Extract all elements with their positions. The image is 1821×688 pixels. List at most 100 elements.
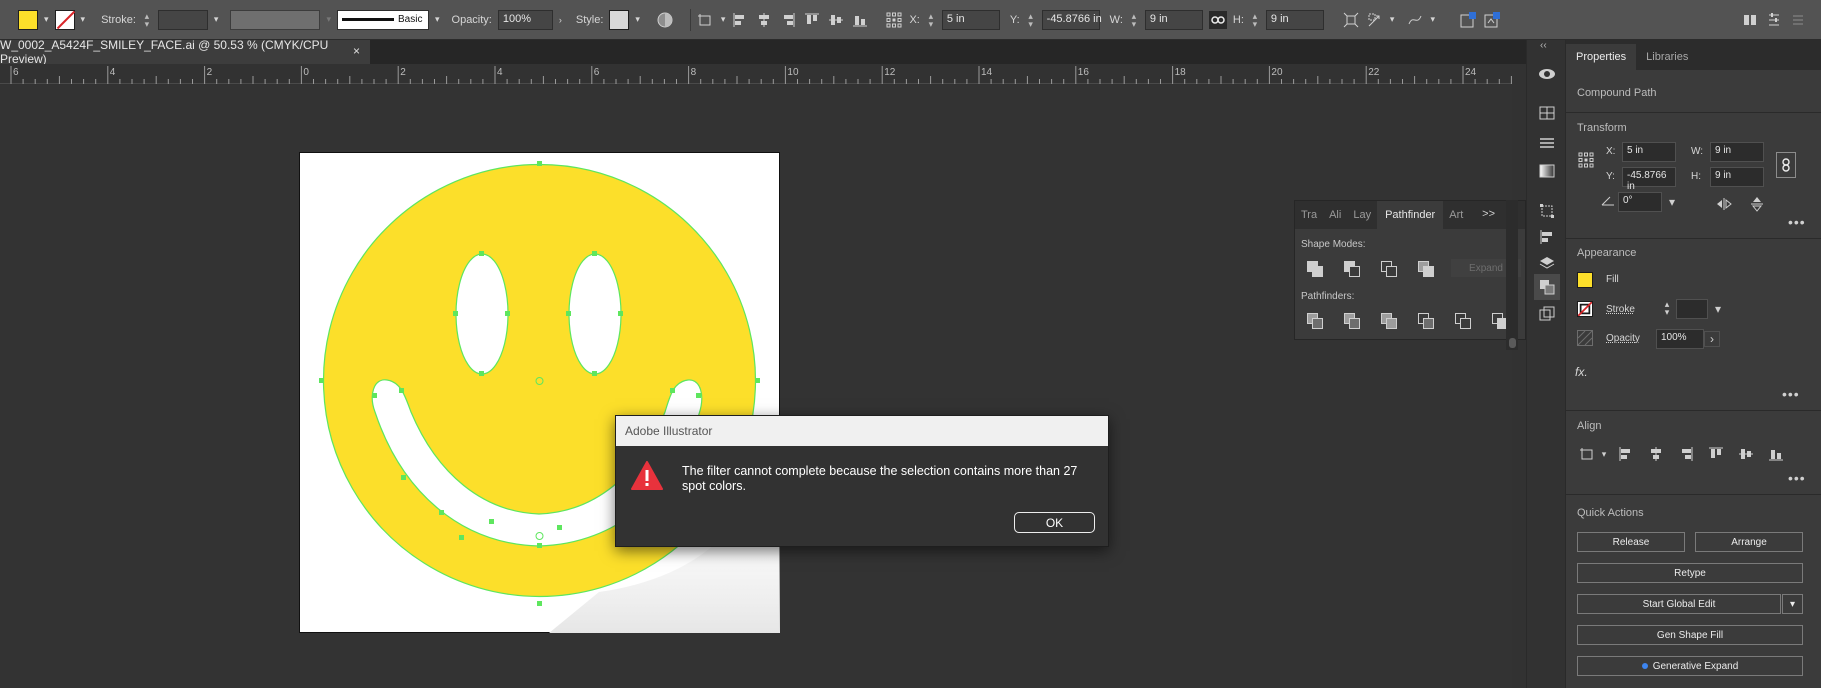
trim-icon[interactable] [1344,313,1360,329]
chevron-down-icon[interactable]: ▾ [1430,14,1435,25]
more-options-icon[interactable]: ••• [1782,386,1800,402]
transform-panel-icon[interactable] [1538,202,1556,220]
crop-icon[interactable] [1418,313,1434,329]
chevron-right-icon[interactable]: › [559,15,562,25]
smiley-face-artwork[interactable] [299,152,780,633]
w-field[interactable]: 9 in [1710,142,1764,162]
recolor-artwork-icon[interactable] [656,11,674,29]
reference-point-icon[interactable] [885,11,903,29]
opacity-field[interactable]: 100% [1656,329,1704,349]
dialog-titlebar[interactable]: Adobe Illustrator [616,416,1108,446]
artboards-icon[interactable] [1538,305,1556,323]
transform-icon[interactable] [1342,11,1360,29]
align-top-icon[interactable] [803,11,821,29]
graphic-style-swatch[interactable] [609,9,630,30]
y-spinner[interactable]: ▴ ▾ [1026,11,1036,28]
stroke-spinner[interactable]: ▴ ▾ [1662,300,1672,317]
retype-button[interactable]: Retype [1577,563,1803,583]
align-bottom-icon[interactable] [851,11,869,29]
align-top-icon[interactable] [1708,446,1724,462]
align-center-icon[interactable] [755,11,773,29]
flip-vertical-icon[interactable] [1749,196,1765,212]
doc-settings-icon[interactable] [1765,11,1783,29]
stroke-swatch[interactable] [54,9,75,30]
stroke-weight-field[interactable] [1676,299,1708,319]
arrange-button[interactable]: Arrange [1695,532,1803,552]
x-spinner[interactable]: ▴ ▾ [926,11,936,28]
y-field[interactable]: -45.8766 in [1041,9,1102,30]
tab-artboards[interactable]: Art [1443,209,1469,221]
align-left-icon[interactable] [731,11,749,29]
minus-front-icon[interactable] [1344,261,1360,277]
generative-expand-button[interactable]: Generative Expand [1577,656,1803,676]
align-bottom-icon[interactable] [1768,446,1784,462]
unite-icon[interactable] [1307,261,1323,277]
close-icon[interactable]: × [353,44,360,58]
scrollbar-thumb[interactable] [1509,338,1516,348]
tab-properties[interactable]: Properties [1566,44,1637,70]
align-left-icon[interactable] [1618,446,1634,462]
panel-menu-icon[interactable] [1789,11,1807,29]
align-to-selection-icon[interactable] [697,11,715,29]
exclude-icon[interactable] [1418,261,1434,277]
chevron-down-icon[interactable]: ▾ [214,14,219,25]
chevron-down-icon[interactable]: ▾ [1710,301,1726,317]
align-panel-icon[interactable] [1538,228,1556,246]
brush-definition[interactable]: Basic [336,9,429,30]
align-right-icon[interactable] [779,11,797,29]
chevron-down-icon[interactable]: ▾ [81,14,86,25]
h-field[interactable]: 9 in [1710,167,1764,187]
chevron-down-icon[interactable]: ▾ [1390,14,1395,25]
canvas[interactable] [0,85,1512,688]
opacity-label[interactable]: Opacity [1606,333,1640,344]
fill-swatch[interactable] [1577,272,1593,288]
tab-pathfinder[interactable]: Pathfinder [1377,201,1444,229]
chevron-down-icon[interactable]: ▾ [326,14,331,25]
stroke-spinner[interactable]: ▴ ▾ [142,11,152,28]
document-tab[interactable]: W_0002_A5424F_SMILEY_FACE.ai @ 50.53 % (… [0,38,370,66]
stroke-swatch[interactable] [1577,301,1593,317]
stroke-label[interactable]: Stroke [1606,304,1635,315]
arrange-documents-icon[interactable] [1741,11,1759,29]
isolate-icon[interactable] [1366,11,1384,29]
y-field[interactable]: -45.8766 in [1622,167,1676,192]
fx-icon[interactable]: fx. [1575,365,1588,379]
image-trace-icon[interactable] [1459,11,1477,29]
divide-icon[interactable] [1307,313,1323,329]
ok-button[interactable]: OK [1014,512,1095,533]
opacity-field[interactable]: 100% [497,9,553,30]
chevron-down-icon[interactable]: ▾ [1596,446,1612,462]
chevron-down-icon[interactable]: ▾ [1782,594,1803,614]
collapse-panels-icon[interactable]: ‹‹ [1540,40,1547,51]
more-options-icon[interactable]: ••• [1788,470,1806,486]
x-field[interactable]: 5 in [1622,142,1676,162]
tab-layers[interactable]: Lay [1347,209,1377,221]
panel-scrollbar[interactable] [1506,200,1518,350]
chevron-down-icon[interactable]: ▾ [635,14,640,25]
link-icon[interactable] [1208,10,1227,29]
cc-libraries-icon[interactable] [1538,64,1556,82]
chevron-right-icon[interactable]: › [1704,331,1720,347]
w-field[interactable]: 9 in [1144,9,1203,30]
gradient-icon[interactable] [1538,162,1556,180]
chevron-down-icon[interactable]: ▾ [1664,194,1680,210]
tab-transform[interactable]: Tra [1295,209,1323,221]
reference-point-icon[interactable] [1578,152,1594,168]
release-button[interactable]: Release [1577,532,1685,552]
align-middle-icon[interactable] [1738,446,1754,462]
more-options-icon[interactable]: ••• [1788,214,1806,230]
variable-width-profile[interactable] [230,9,321,30]
w-spinner[interactable]: ▴ ▾ [1129,11,1139,28]
fill-swatch[interactable] [18,9,38,30]
vectorize-icon[interactable] [1483,11,1501,29]
h-field[interactable]: 9 in [1265,9,1324,30]
chevron-down-icon[interactable]: ▾ [721,14,726,25]
stroke-weight-field[interactable] [157,9,208,30]
tab-align[interactable]: Ali [1323,209,1347,221]
merge-icon[interactable] [1381,313,1397,329]
h-spinner[interactable]: ▴ ▾ [1250,11,1260,28]
flip-horizontal-icon[interactable] [1716,196,1732,212]
gen-shape-fill-button[interactable]: Gen Shape Fill [1577,625,1803,645]
tab-libraries[interactable]: Libraries [1636,44,1698,70]
stroke-panel-icon[interactable] [1538,134,1556,152]
